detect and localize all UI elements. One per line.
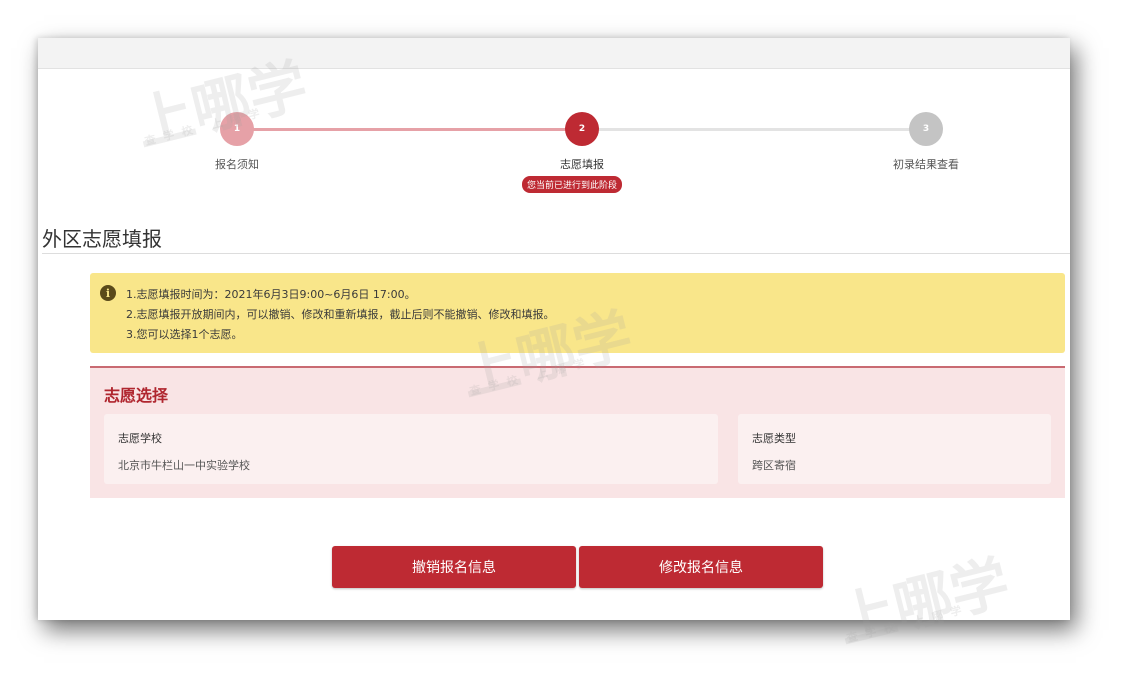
notice-box: i 1.志愿填报时间为：2021年6月3日9:00~6月6日 17:00。 2.… bbox=[90, 273, 1065, 353]
notice-line: 2.志愿填报开放期间内，可以撤销、修改和重新填报，截止后则不能撤销、修改和填报。 bbox=[126, 308, 555, 321]
type-value: 跨区寄宿 bbox=[752, 459, 796, 472]
stepper-track-completed bbox=[237, 128, 582, 131]
step-2-circle: 2 bbox=[565, 112, 599, 146]
page-title: 外区志愿填报 bbox=[42, 227, 162, 251]
title-divider bbox=[42, 253, 1070, 254]
current-step-badge: 您当前已进行到此阶段 bbox=[522, 176, 623, 193]
notice-line: 3.您可以选择1个志愿。 bbox=[126, 328, 243, 341]
cancel-registration-button[interactable]: 撤销报名信息 bbox=[332, 546, 576, 588]
type-label: 志愿类型 bbox=[752, 432, 796, 445]
type-card: 志愿类型 跨区寄宿 bbox=[738, 414, 1051, 484]
step-1-circle: 1 bbox=[220, 112, 254, 146]
school-label: 志愿学校 bbox=[118, 432, 162, 445]
school-value: 北京市牛栏山一中实验学校 bbox=[118, 459, 250, 472]
modify-registration-button[interactable]: 修改报名信息 bbox=[579, 546, 823, 588]
step-1-label: 报名须知 bbox=[215, 158, 259, 171]
step-2-label: 志愿填报 bbox=[560, 158, 604, 171]
info-icon: i bbox=[100, 285, 116, 301]
choice-panel: 志愿选择 志愿学校 北京市牛栏山一中实验学校 志愿类型 跨区寄宿 bbox=[90, 366, 1065, 498]
step-3-label: 初录结果查看 bbox=[893, 158, 959, 171]
step-3-circle: 3 bbox=[909, 112, 943, 146]
app-window: 1 2 3 报名须知 志愿填报 初录结果查看 您当前已进行到此阶段 外区志愿填报… bbox=[38, 38, 1070, 620]
stepper-track-pending bbox=[582, 128, 927, 131]
choice-panel-title: 志愿选择 bbox=[104, 386, 169, 405]
notice-line: 1.志愿填报时间为：2021年6月3日9:00~6月6日 17:00。 bbox=[126, 288, 416, 301]
top-bar bbox=[38, 38, 1070, 69]
school-card: 志愿学校 北京市牛栏山一中实验学校 bbox=[104, 414, 718, 484]
